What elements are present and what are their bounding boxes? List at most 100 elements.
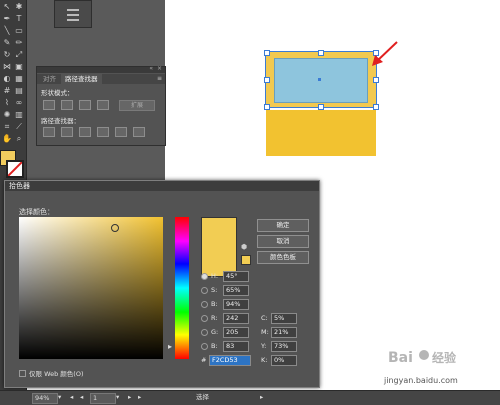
hue-slider-arrow-icon[interactable]: ▸ bbox=[168, 342, 172, 351]
zoom-field[interactable]: 94% bbox=[32, 393, 58, 404]
blue-rectangle[interactable] bbox=[274, 58, 368, 103]
blue-field[interactable]: 83 bbox=[223, 341, 249, 352]
saturation-radio[interactable] bbox=[201, 287, 208, 294]
hue-radio[interactable] bbox=[201, 273, 208, 280]
web-colors-only-checkbox[interactable] bbox=[19, 370, 26, 377]
selection-handle[interactable] bbox=[264, 77, 270, 83]
artboard-number-field[interactable]: 1 bbox=[90, 393, 116, 404]
rotate-tool-icon[interactable]: ↻ bbox=[2, 50, 12, 60]
cancel-button[interactable]: 取消 bbox=[257, 235, 309, 248]
mesh-tool-icon[interactable]: # bbox=[2, 86, 12, 96]
green-field[interactable]: 205 bbox=[223, 327, 249, 338]
width-tool-icon[interactable]: ⋈ bbox=[2, 62, 12, 72]
brightness-radio[interactable] bbox=[201, 301, 208, 308]
selection-handle[interactable] bbox=[264, 104, 270, 110]
blend-tool-icon[interactable]: ∞ bbox=[14, 98, 24, 108]
exclude-icon[interactable] bbox=[97, 100, 109, 110]
selection-handle[interactable] bbox=[373, 77, 379, 83]
shape-builder-tool-icon[interactable]: ◐ bbox=[2, 74, 12, 84]
baidu-jingyan-logo: Bai 经验 bbox=[388, 342, 468, 372]
zoom-tool-icon[interactable]: ⌕ bbox=[14, 134, 24, 144]
first-artboard-icon[interactable]: ◂ bbox=[80, 393, 83, 402]
collapse-icon[interactable]: « bbox=[149, 65, 153, 72]
hex-field[interactable]: F2CD53 bbox=[209, 355, 251, 366]
black-field[interactable]: 0% bbox=[271, 355, 297, 366]
prev-artboard-icon[interactable]: ◂ bbox=[70, 393, 73, 402]
yellow-rectangle-lower[interactable] bbox=[266, 110, 376, 156]
brightness-field[interactable]: 94% bbox=[223, 299, 249, 310]
rectangle-tool-icon[interactable]: ▭ bbox=[14, 26, 24, 36]
merge-icon[interactable] bbox=[79, 127, 91, 137]
magic-wand-tool-icon[interactable]: ✱ bbox=[14, 2, 24, 12]
selection-handle[interactable] bbox=[264, 50, 270, 56]
red-arrow-annotation bbox=[372, 41, 398, 66]
web-colors-only-label: 仅限 Web 颜色(O) bbox=[29, 370, 84, 378]
tab-pathfinder[interactable]: 路径查找器 bbox=[61, 74, 102, 84]
color-field-cursor[interactable] bbox=[111, 224, 119, 232]
crop-icon[interactable] bbox=[97, 127, 109, 137]
line-tool-icon[interactable]: ╲ bbox=[2, 26, 12, 36]
symbol-sprayer-tool-icon[interactable]: ✺ bbox=[2, 110, 12, 120]
status-text[interactable]: 选择 bbox=[196, 393, 209, 402]
zoom-dropdown-icon[interactable]: ▾ bbox=[58, 393, 61, 402]
divide-icon[interactable] bbox=[43, 127, 55, 137]
slice-tool-icon[interactable]: ⟋ bbox=[14, 122, 24, 132]
red-field[interactable]: 242 bbox=[223, 313, 249, 324]
selection-handle[interactable] bbox=[373, 104, 379, 110]
pencil-tool-icon[interactable]: ✏ bbox=[14, 38, 24, 48]
tab-align[interactable]: 对齐 bbox=[39, 74, 60, 84]
last-artboard-icon[interactable]: ▸ bbox=[138, 393, 141, 402]
saturation-label: S: bbox=[211, 286, 218, 294]
green-radio[interactable] bbox=[201, 329, 208, 336]
selection-handle[interactable] bbox=[318, 104, 324, 110]
unite-icon[interactable] bbox=[43, 100, 55, 110]
ok-button[interactable]: 确定 bbox=[257, 219, 309, 232]
panel-menu-icon[interactable]: ≡ bbox=[157, 75, 162, 82]
perspective-tool-icon[interactable]: ▦ bbox=[14, 74, 24, 84]
gradient-tool-icon[interactable]: ▤ bbox=[14, 86, 24, 96]
pen-tool-icon[interactable]: ✒ bbox=[2, 14, 12, 24]
shape-modes-label: 形状模式： bbox=[41, 89, 74, 97]
status-arrow-icon[interactable]: ▸ bbox=[260, 393, 263, 402]
saturation-brightness-field[interactable] bbox=[19, 217, 163, 359]
artboard-dropdown-icon[interactable]: ▾ bbox=[116, 393, 119, 402]
direct-select-tool-icon[interactable]: ↖ bbox=[2, 2, 12, 12]
minus-front-icon[interactable] bbox=[61, 100, 73, 110]
outline-icon[interactable] bbox=[115, 127, 127, 137]
yellow-field[interactable]: 73% bbox=[271, 341, 297, 352]
blue-radio[interactable] bbox=[201, 343, 208, 350]
graph-tool-icon[interactable]: ▥ bbox=[14, 110, 24, 120]
status-bar: 94% ▾ ◂ ◂ 1 ▾ ▸ ▸ 选择 ▸ bbox=[0, 390, 500, 405]
free-transform-tool-icon[interactable]: ▣ bbox=[14, 62, 24, 72]
magenta-label: M: bbox=[261, 328, 269, 336]
selection-handle[interactable] bbox=[318, 50, 324, 56]
type-tool-icon[interactable]: T bbox=[14, 14, 24, 24]
minus-back-icon[interactable] bbox=[133, 127, 145, 137]
hue-slider[interactable] bbox=[175, 217, 189, 359]
magenta-field[interactable]: 21% bbox=[271, 327, 297, 338]
close-icon[interactable]: × bbox=[157, 65, 162, 72]
cyan-field[interactable]: 5% bbox=[271, 313, 297, 324]
artboard-tool-icon[interactable]: ⌗ bbox=[2, 122, 12, 132]
eyedropper-tool-icon[interactable]: ⌇ bbox=[2, 98, 12, 108]
hue-field[interactable]: 45° bbox=[223, 271, 249, 282]
panel-header[interactable]: « × bbox=[37, 65, 165, 73]
scale-tool-icon[interactable]: ⤢ bbox=[14, 50, 24, 60]
trim-icon[interactable] bbox=[61, 127, 73, 137]
web-safe-swatch[interactable] bbox=[241, 255, 251, 265]
stroke-color-swatch[interactable] bbox=[6, 160, 24, 178]
dialog-titlebar[interactable]: 拾色器 bbox=[5, 181, 319, 191]
hue-row: H: 45° bbox=[201, 271, 321, 282]
panel-tabs: 对齐 路径查找器 ≡ bbox=[37, 74, 165, 84]
hand-tool-icon[interactable]: ✋ bbox=[2, 134, 12, 144]
red-radio[interactable] bbox=[201, 315, 208, 322]
out-of-gamut-cube-icon[interactable]: ⬢ bbox=[241, 243, 249, 251]
intersect-icon[interactable] bbox=[79, 100, 91, 110]
color-preview-swatch bbox=[201, 217, 237, 277]
next-artboard-icon[interactable]: ▸ bbox=[128, 393, 131, 402]
expand-button[interactable]: 扩展 bbox=[119, 100, 155, 111]
color-swatches-button[interactable]: 颜色色板 bbox=[257, 251, 309, 264]
brush-tool-icon[interactable]: ✎ bbox=[2, 38, 12, 48]
saturation-field[interactable]: 65% bbox=[223, 285, 249, 296]
collapsed-panel[interactable] bbox=[54, 0, 92, 28]
